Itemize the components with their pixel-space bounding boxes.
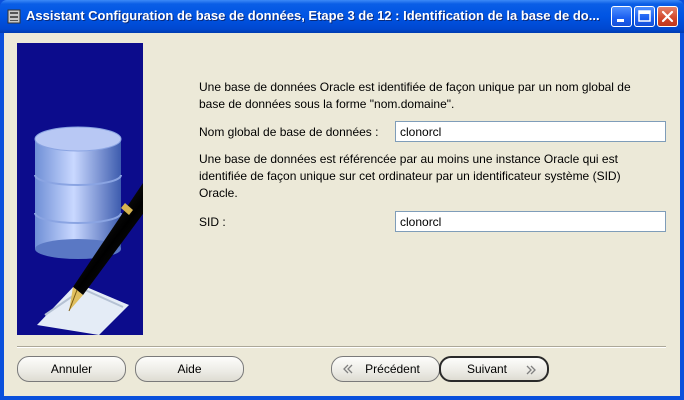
title-bar[interactable]: Assistant Configuration de base de donné… [0,0,684,33]
previous-button[interactable]: Précédent [331,356,440,382]
help-button[interactable]: Aide [135,356,244,382]
database-wizard-icon[interactable] [6,8,22,24]
intro-text: Une base de données Oracle est identifié… [199,79,669,113]
close-button[interactable] [657,6,678,27]
dialog-client-area: Une base de données Oracle est identifié… [4,33,680,396]
global-name-label: Nom global de base de données : [199,125,379,139]
sid-description-line: Oracle. [199,186,238,200]
previous-button-label: Précédent [365,362,420,376]
chevron-right-icon [526,365,536,375]
maximize-button[interactable] [634,6,655,27]
cancel-button-label: Annuler [50,362,93,376]
minimize-button[interactable] [611,6,632,27]
sid-description-line: identifiée de façon unique sur cet ordin… [199,169,621,183]
intro-text-line: base de données sous la forme "nom.domai… [199,97,455,111]
close-icon [661,10,674,23]
button-separator [17,346,666,348]
maximize-icon [638,10,651,22]
sid-description: Une base de données est référencée par a… [199,151,669,202]
next-button-label: Suivant [466,362,508,376]
global-name-input[interactable] [395,121,666,142]
chevron-left-icon [343,364,353,374]
sid-description-line: Une base de données est référencée par a… [199,152,618,166]
next-button[interactable]: Suivant [439,356,549,382]
window-title: Assistant Configuration de base de donné… [26,8,600,23]
intro-text-line: Une base de données Oracle est identifié… [199,80,631,94]
sid-label: SID : [199,215,226,229]
database-pen-illustration [34,126,143,335]
dbca-window: Assistant Configuration de base de donné… [0,0,684,400]
help-button-label: Aide [177,362,202,376]
minimize-icon [617,19,624,22]
sid-input[interactable] [395,211,666,232]
cancel-button[interactable]: Annuler [17,356,126,382]
wizard-illustration [17,43,143,335]
